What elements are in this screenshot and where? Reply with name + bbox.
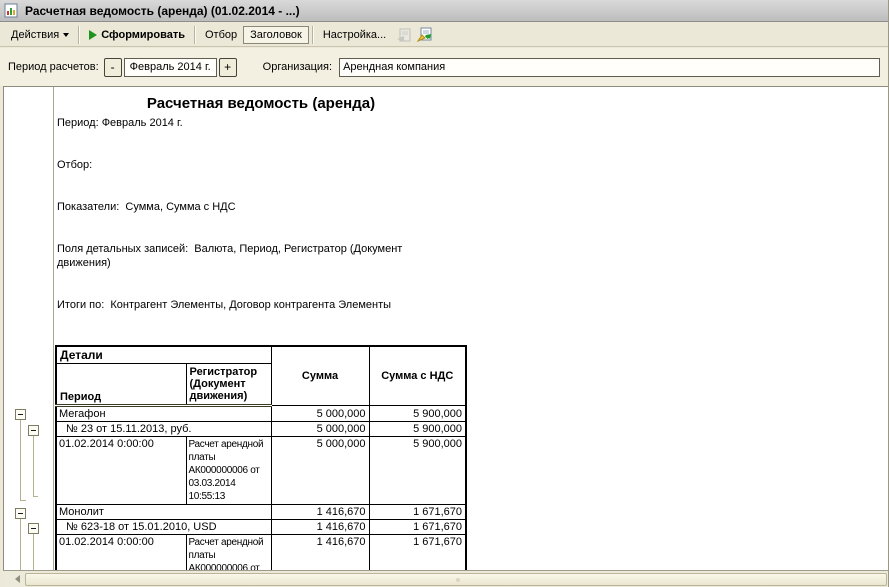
window-titlebar[interactable]: Расчетная ведомость (аренда) (01.02.2014… bbox=[0, 0, 888, 22]
settings-button-label: Настройка... bbox=[323, 29, 386, 41]
detail-sum-cell[interactable]: 1 416,670 bbox=[271, 535, 369, 571]
contract-name-cell[interactable]: № 623-18 от 15.01.2010, USD bbox=[56, 520, 271, 535]
meta-period: Период: Февраль 2014 г. bbox=[57, 116, 452, 130]
sum-column-header[interactable]: Сумма bbox=[271, 346, 369, 406]
report-settings-row: Период расчетов: - + Организация: bbox=[0, 48, 888, 86]
report-chart-icon bbox=[4, 3, 19, 18]
report-content: Расчетная ведомость (аренда) Период: Фев… bbox=[55, 87, 475, 570]
contract-sum-cell[interactable]: 5 000,000 bbox=[271, 422, 369, 437]
counterparty-sum-cell[interactable]: 1 416,670 bbox=[271, 505, 369, 520]
counterparty-group-row: Мегафон5 000,0005 900,000 bbox=[56, 406, 466, 422]
window-title: Расчетная ведомость (аренда) (01.02.2014… bbox=[25, 4, 300, 18]
organization-input[interactable] bbox=[339, 58, 880, 77]
group-bracket-line bbox=[33, 534, 38, 571]
contract-name-cell[interactable]: № 23 от 15.11.2013, руб. bbox=[56, 422, 271, 437]
collapse-group-button[interactable] bbox=[15, 409, 26, 420]
collapse-group-button[interactable] bbox=[28, 523, 39, 534]
toolbar-separator bbox=[78, 26, 80, 44]
contract-sum-vat-cell[interactable]: 1 671,670 bbox=[369, 520, 466, 535]
counterparty-name-cell[interactable]: Мегафон bbox=[56, 406, 271, 422]
scroll-left-arrow-icon[interactable] bbox=[9, 573, 25, 586]
registrar-column-header[interactable]: Регистратор (Документ движения) bbox=[186, 364, 271, 406]
contract-group-row: № 23 от 15.11.2013, руб.5 000,0005 900,0… bbox=[56, 422, 466, 437]
filter-button[interactable]: Отбор bbox=[199, 26, 243, 44]
toolbar-separator bbox=[312, 26, 314, 44]
counterparty-name-cell[interactable]: Монолит bbox=[56, 505, 271, 520]
collapse-group-button[interactable] bbox=[15, 508, 26, 519]
group-bracket-line bbox=[20, 519, 26, 571]
gutter-separator bbox=[53, 87, 54, 570]
scrollbar-thumb[interactable] bbox=[25, 573, 887, 586]
report-meta: Период: Февраль 2014 г. Отбор: Показател… bbox=[57, 116, 452, 340]
meta-totals: Итоги по: Контрагент Элементы, Договор к… bbox=[57, 298, 452, 312]
period-prev-button[interactable]: - bbox=[104, 58, 122, 77]
filter-button-label: Отбор bbox=[205, 29, 237, 41]
actions-menu-label: Действия bbox=[11, 29, 59, 41]
period-next-button[interactable]: + bbox=[219, 58, 237, 77]
header-toggle-button[interactable]: Заголовок bbox=[243, 26, 309, 44]
contract-group-row: № 623-18 от 15.01.2010, USD1 416,6701 67… bbox=[56, 520, 466, 535]
contract-sum-cell[interactable]: 1 416,670 bbox=[271, 520, 369, 535]
period-input[interactable] bbox=[124, 58, 217, 77]
meta-detail-fields: Поля детальных записей: Валюта, Период, … bbox=[57, 242, 452, 270]
detail-record-row: 01.02.2014 0:00:00Расчет арендной платы … bbox=[56, 437, 466, 505]
group-bracket-line bbox=[20, 420, 26, 501]
group-bracket-line bbox=[33, 436, 38, 497]
header-toggle-label: Заголовок bbox=[250, 29, 302, 41]
meta-filter: Отбор: bbox=[57, 158, 452, 172]
meta-indicators: Показатели: Сумма, Сумма с НДС bbox=[57, 200, 452, 214]
save-settings-icon[interactable] bbox=[416, 26, 434, 43]
sum-vat-column-header[interactable]: Сумма с НДС bbox=[369, 346, 466, 406]
counterparty-sum-vat-cell[interactable]: 1 671,670 bbox=[369, 505, 466, 520]
detail-period-cell[interactable]: 01.02.2014 0:00:00 bbox=[56, 437, 186, 505]
detail-registrar-cell[interactable]: Расчет арендной платы АК000000006 от 03.… bbox=[186, 535, 271, 571]
caret-down-icon bbox=[63, 33, 69, 37]
detail-registrar-cell[interactable]: Расчет арендной платы АК000000006 от 03.… bbox=[186, 437, 271, 505]
contract-sum-vat-cell[interactable]: 5 900,000 bbox=[369, 422, 466, 437]
report-title: Расчетная ведомость (аренда) bbox=[55, 95, 467, 112]
command-toolbar: Действия Сформировать Отбор Заголовок На… bbox=[0, 23, 888, 47]
report-table: Детали Сумма Сумма с НДС Период Регистра… bbox=[55, 345, 467, 570]
counterparty-sum-vat-cell[interactable]: 5 900,000 bbox=[369, 406, 466, 422]
period-column-header[interactable]: Период bbox=[56, 364, 186, 406]
detail-record-row: 01.02.2014 0:00:00Расчет арендной платы … bbox=[56, 535, 466, 571]
counterparty-sum-cell[interactable]: 5 000,000 bbox=[271, 406, 369, 422]
detail-sum-cell[interactable]: 5 000,000 bbox=[271, 437, 369, 505]
detail-sum-vat-cell[interactable]: 5 900,000 bbox=[369, 437, 466, 505]
period-label: Период расчетов: bbox=[8, 61, 99, 73]
report-window: Расчетная ведомость (аренда) (01.02.2014… bbox=[0, 0, 889, 587]
counterparty-group-row: Монолит1 416,6701 671,670 bbox=[56, 505, 466, 520]
settings-button[interactable]: Настройка... bbox=[317, 26, 392, 44]
detail-sum-vat-cell[interactable]: 1 671,670 bbox=[369, 535, 466, 571]
generate-button[interactable]: Сформировать bbox=[83, 26, 191, 44]
report-spreadsheet: Расчетная ведомость (аренда) Период: Фев… bbox=[3, 86, 888, 570]
collapse-group-button[interactable] bbox=[28, 425, 39, 436]
organization-label: Организация: bbox=[263, 61, 332, 73]
details-header-cell[interactable]: Детали bbox=[56, 346, 271, 364]
actions-menu-button[interactable]: Действия bbox=[5, 26, 75, 44]
horizontal-scrollbar[interactable] bbox=[3, 570, 888, 587]
report-table-body: Мегафон5 000,0005 900,000№ 23 от 15.11.2… bbox=[56, 406, 466, 571]
restore-settings-icon[interactable] bbox=[395, 26, 413, 43]
generate-button-label: Сформировать bbox=[101, 29, 185, 41]
green-play-icon bbox=[89, 30, 97, 40]
detail-period-cell[interactable]: 01.02.2014 0:00:00 bbox=[56, 535, 186, 571]
toolbar-separator bbox=[194, 26, 196, 44]
